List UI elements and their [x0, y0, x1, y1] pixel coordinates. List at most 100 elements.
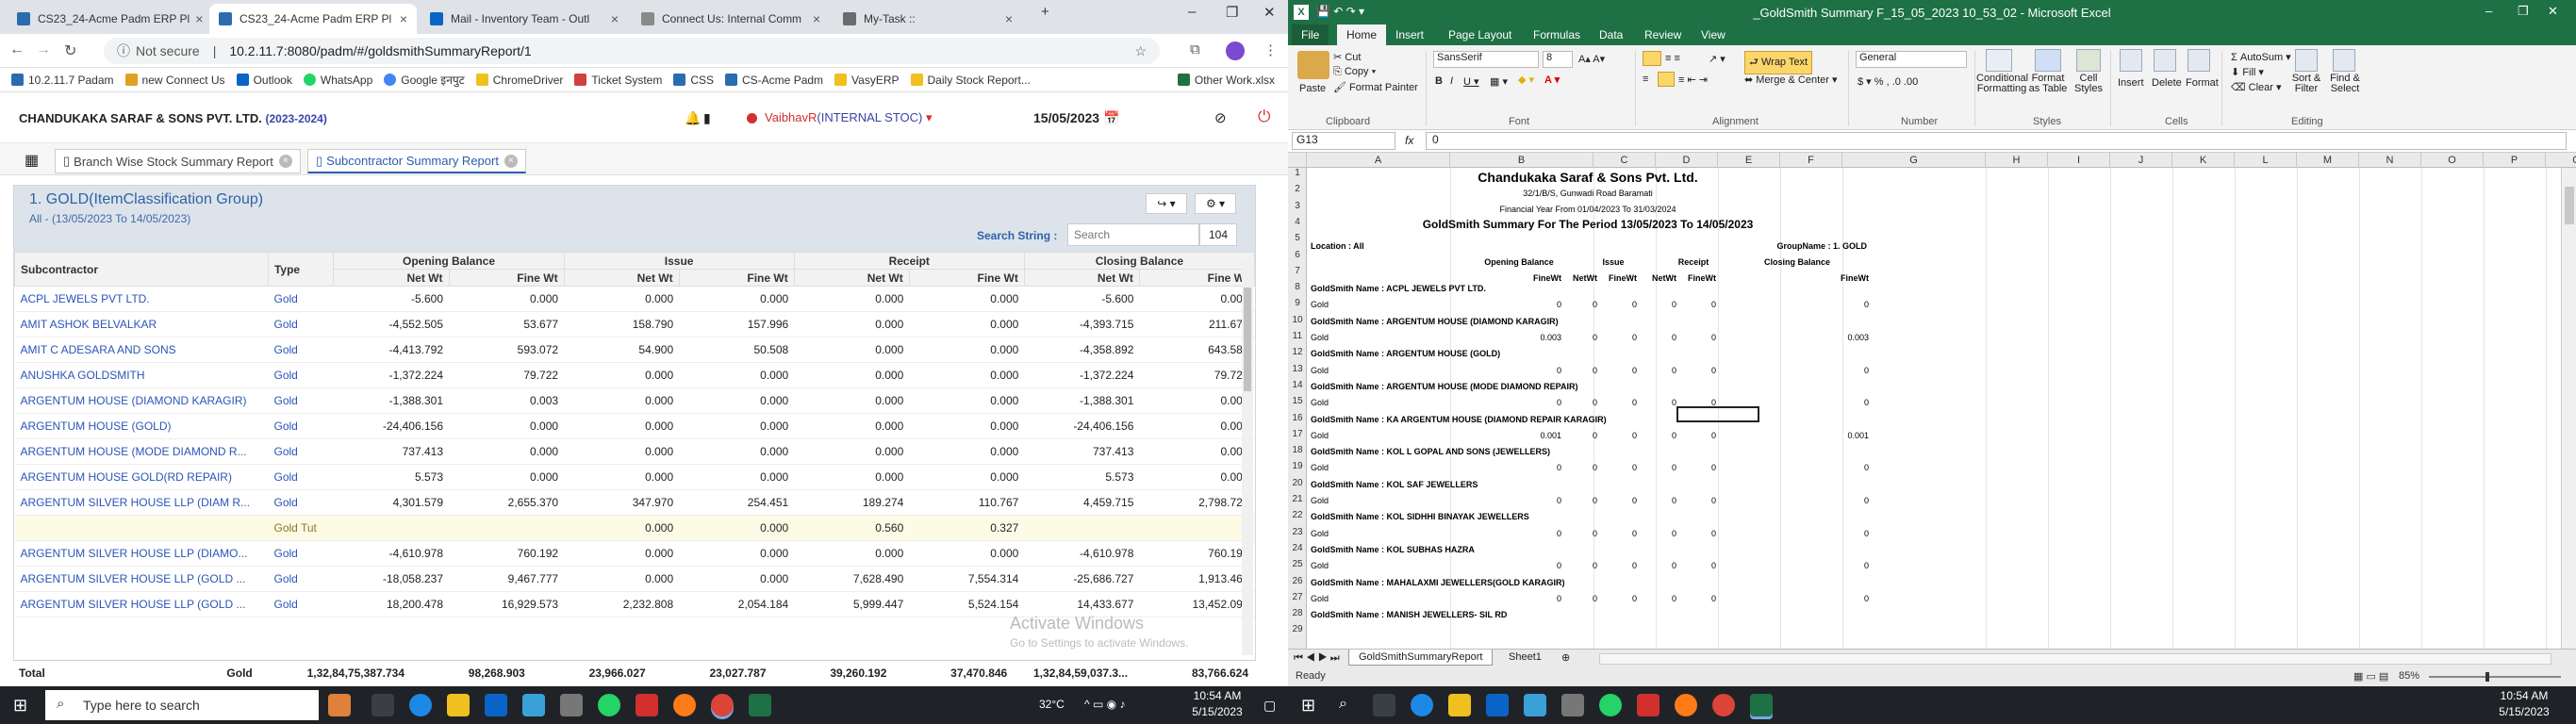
- find-select-icon[interactable]: [2333, 49, 2355, 72]
- format-as-table-button[interactable]: Format as Table: [2027, 74, 2069, 94]
- table-row[interactable]: ARGENTUM SILVER HOUSE LLP (DIAMO... Gold -…: [14, 540, 1255, 567]
- col-subcontractor[interactable]: Subcontractor: [14, 252, 269, 287]
- profile-avatar[interactable]: [1226, 41, 1245, 60]
- task-view-icon[interactable]: [372, 694, 394, 716]
- tab-subcontractor[interactable]: ▯ Subcontractor Summary Report ×: [307, 149, 526, 173]
- extensions-icon[interactable]: ⧉: [1190, 41, 1200, 58]
- table-row[interactable]: AMIT ASHOK BELVALKAR Gold -4,552.505 53.677…: [14, 311, 1255, 337]
- app-icon[interactable]: [1561, 694, 1584, 716]
- table-row[interactable]: ACPL JEWELS PVT LTD. Gold -5.600 0.000 0.000…: [14, 286, 1255, 312]
- cut-button[interactable]: ✂ Cut: [1333, 51, 1361, 63]
- italic-icon[interactable]: I: [1450, 75, 1453, 87]
- tab-branch-wise[interactable]: ▯ Branch Wise Stock Summary Report ×: [55, 149, 301, 173]
- eye-off-icon[interactable]: ⊘: [1214, 109, 1227, 126]
- vertical-scrollbar[interactable]: [2561, 168, 2576, 649]
- star-icon[interactable]: ☆: [1134, 43, 1147, 59]
- row-header[interactable]: 6: [1288, 250, 1307, 266]
- zoom-thumb[interactable]: [2485, 672, 2489, 682]
- mail-icon[interactable]: [1486, 694, 1509, 716]
- row-header[interactable]: 29: [1288, 624, 1307, 640]
- url-field[interactable]: ⓘ Not secure | 10.2.11.7:8080/padm/#/gol…: [104, 38, 1160, 64]
- row-header[interactable]: 18: [1288, 445, 1307, 461]
- reload-icon[interactable]: ↻: [64, 41, 76, 60]
- paste-button[interactable]: Paste: [1299, 83, 1326, 94]
- align-middle-icon[interactable]: ≡ ≡: [1665, 53, 1680, 64]
- anydesk-icon[interactable]: [636, 694, 658, 716]
- task-view-icon[interactable]: [1373, 694, 1395, 716]
- tab-review[interactable]: Review: [1635, 25, 1691, 45]
- number-format-icons[interactable]: $ ▾ % , .0 .00: [1858, 75, 1918, 88]
- number-format-select[interactable]: General: [1856, 51, 1967, 68]
- column-header[interactable]: O: [2421, 153, 2484, 168]
- tab-view[interactable]: View: [1692, 25, 1735, 45]
- sort-filter-button[interactable]: Sort & Filter: [2286, 74, 2327, 94]
- mail-icon[interactable]: [485, 694, 507, 716]
- row-header[interactable]: 26: [1288, 576, 1307, 592]
- subcontractor-cell[interactable]: ARGENTUM HOUSE (MODE DIAMOND R...: [14, 438, 269, 465]
- search-input[interactable]: [1067, 223, 1199, 246]
- tab-data[interactable]: Data: [1590, 25, 1632, 45]
- font-name-select[interactable]: SansSerif: [1433, 51, 1539, 68]
- col-net-wt[interactable]: Net Wt: [563, 269, 680, 287]
- sort-filter-icon[interactable]: [2295, 49, 2318, 72]
- formula-input[interactable]: 0: [1426, 132, 2567, 150]
- bookmark-outlook[interactable]: Outlook: [236, 74, 292, 87]
- windows-start-icon[interactable]: ⊞: [13, 696, 27, 716]
- copy-button[interactable]: ⎘ Copy ▾: [1333, 66, 1376, 78]
- conditional-formatting-icon[interactable]: [1986, 49, 2012, 72]
- subcontractor-cell[interactable]: AMIT C ADESARA AND SONS: [14, 337, 269, 363]
- tab-file[interactable]: File: [1292, 25, 1329, 45]
- subcontractor-cell[interactable]: ARGENTUM SILVER HOUSE LLP (DIAM R...: [14, 489, 269, 516]
- close-icon[interactable]: ×: [190, 11, 203, 26]
- clock-date[interactable]: 5/15/2023: [2491, 705, 2557, 718]
- font-grow-icon[interactable]: A▴ A▾: [1578, 53, 1605, 65]
- table-row[interactable]: ARGENTUM SILVER HOUSE LLP (DIAM R... Gold…: [14, 489, 1255, 516]
- new-sheet-icon[interactable]: ⊕: [1561, 651, 1570, 664]
- fill-button[interactable]: ⬇ Fill ▾: [2231, 66, 2264, 78]
- format-table-icon[interactable]: [2035, 49, 2061, 72]
- fill-color-icon[interactable]: ◆ ▾: [1518, 74, 1534, 86]
- power-icon[interactable]: ⏻: [1258, 107, 1270, 126]
- bookmark-icon[interactable]: ▮: [703, 110, 711, 126]
- notification-icon[interactable]: ▢: [1263, 698, 1276, 714]
- bookmark-vasyerp[interactable]: VasyERP: [834, 74, 900, 87]
- whatsapp-icon[interactable]: [1599, 694, 1622, 716]
- column-header[interactable]: E: [1718, 153, 1780, 168]
- anydesk-icon[interactable]: [1637, 694, 1660, 716]
- tray-icons[interactable]: ^ ▭ ◉ ♪: [1084, 698, 1125, 711]
- scrollbar-thumb[interactable]: [1244, 288, 1251, 391]
- firefox-icon[interactable]: [1675, 694, 1697, 716]
- app-icon[interactable]: [522, 694, 545, 716]
- app-icon[interactable]: [1524, 694, 1546, 716]
- name-box[interactable]: G13: [1292, 132, 1395, 150]
- search-icon[interactable]: ⌕: [1339, 696, 1347, 713]
- table-row[interactable]: ARGENTUM HOUSE GOLD(RD REPAIR) Gold 5.573 0…: [14, 464, 1255, 490]
- row-header[interactable]: 22: [1288, 510, 1307, 526]
- col-type[interactable]: Type: [267, 252, 335, 287]
- tab-page-layout[interactable]: Page Layout: [1439, 25, 1521, 45]
- bookmark-google-input[interactable]: Google इनपुट: [384, 72, 465, 88]
- tab-home[interactable]: Home: [1337, 25, 1387, 45]
- column-header[interactable]: Q: [2546, 153, 2576, 168]
- format-painter-button[interactable]: 🖌 Format Painter: [1333, 81, 1418, 93]
- close-icon[interactable]: ×: [278, 155, 292, 168]
- maximize-icon[interactable]: ❐: [2518, 4, 2529, 19]
- align-top-icon[interactable]: [1643, 51, 1661, 66]
- cell-styles-icon[interactable]: [2076, 49, 2101, 72]
- firefox-icon[interactable]: [673, 694, 696, 716]
- row-header[interactable]: 9: [1288, 298, 1307, 314]
- tab-formulas[interactable]: Formulas: [1524, 25, 1590, 45]
- browser-tab-erp-1[interactable]: CS23_24-Acme Padm ERP Pl ×: [8, 4, 207, 34]
- align-left-icon[interactable]: ≡: [1643, 74, 1648, 85]
- subcontractor-cell[interactable]: ARGENTUM SILVER HOUSE LLP (GOLD ...: [14, 566, 269, 592]
- row-header[interactable]: 16: [1288, 413, 1307, 429]
- row-header[interactable]: 11: [1288, 331, 1307, 347]
- excel-icon[interactable]: [1750, 694, 1773, 716]
- bookmark-whatsapp[interactable]: WhatsApp: [303, 74, 372, 87]
- fx-icon[interactable]: fx: [1405, 134, 1413, 147]
- clock-date[interactable]: 5/15/2023: [1184, 705, 1250, 718]
- row-header[interactable]: 19: [1288, 461, 1307, 477]
- selected-cell[interactable]: [1676, 406, 1759, 422]
- col-fine-wt[interactable]: Fine Wt: [678, 269, 795, 287]
- border-icon[interactable]: ▦ ▾: [1490, 75, 1508, 88]
